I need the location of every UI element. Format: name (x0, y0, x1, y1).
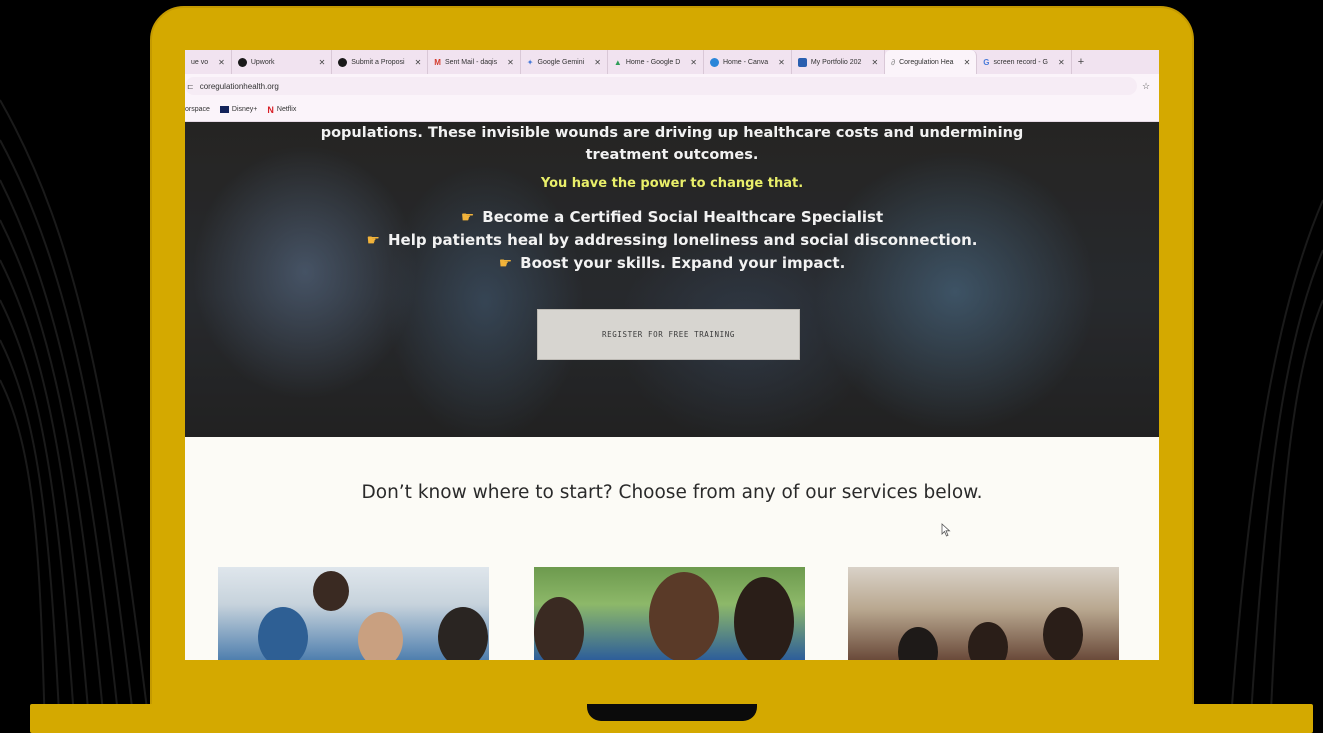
tab-label: Upwork (250, 58, 275, 66)
hero-intro-line-1: populations. These invisible wounds are … (320, 125, 1024, 141)
tab-label: ue vo (191, 58, 209, 66)
close-icon[interactable]: ✕ (415, 58, 422, 67)
person-shape (649, 572, 719, 660)
bookmark-label: Disney+ (231, 106, 258, 113)
link-icon: ∂ (891, 57, 896, 67)
person-shape (258, 607, 308, 660)
google-drive-icon: ▲ (613, 57, 622, 67)
person-shape (968, 622, 1008, 660)
netflix-icon: N (267, 104, 274, 115)
tab-label: Submit a Proposi (351, 58, 405, 66)
tab-label: Google Gemini (537, 58, 585, 66)
gemini-icon: ✦ (526, 57, 534, 67)
service-card-3-image[interactable] (848, 567, 1119, 660)
hero-intro: populations. These invisible wounds are … (185, 122, 1159, 166)
close-icon[interactable]: ✕ (1058, 58, 1065, 67)
bullet-item: ☛ Boost your skills. Expand your impact. (185, 252, 1159, 275)
tab-label: Home - Canva (723, 58, 769, 66)
bookmark-label: orspace (185, 106, 210, 113)
bookmark-disney[interactable]: Disney+ (219, 106, 258, 113)
bullet-text: Help patients heal by addressing lonelin… (387, 231, 978, 249)
address-bar: ⊏ coregulationhealth.org ☆ (185, 74, 1159, 98)
close-icon[interactable]: ✕ (964, 58, 971, 67)
pointing-hand-icon: ☛ (366, 231, 380, 249)
service-card-1-image[interactable] (218, 567, 489, 660)
tab-bar: ue vo ✕ Upwork ✕ Submit a Proposi ✕ M Se… (185, 50, 1159, 74)
disney-icon (219, 106, 229, 113)
new-tab-button[interactable]: + (1072, 56, 1090, 68)
person-shape (358, 612, 403, 660)
tab-submit-proposal[interactable]: Submit a Proposi ✕ (332, 50, 429, 74)
tab-label: Sent Mail - daqis (444, 58, 498, 66)
bullet-text: Boost your skills. Expand your impact. (520, 254, 846, 272)
pointing-hand-icon: ☛ (498, 254, 513, 272)
register-button[interactable]: REGISTER FOR FREE TRAINING (537, 309, 800, 360)
mouse-cursor-icon (941, 523, 951, 537)
person-shape (1043, 607, 1083, 660)
tab-1[interactable]: ue vo ✕ (185, 50, 232, 74)
services-heading: Don’t know where to start? Choose from a… (361, 482, 983, 503)
tab-canva[interactable]: Home - Canva ✕ (704, 50, 792, 74)
portfolio-icon (797, 57, 807, 67)
close-icon[interactable]: ✕ (778, 58, 785, 67)
browser-screen: ue vo ✕ Upwork ✕ Submit a Proposi ✕ M Se… (185, 50, 1159, 660)
tab-portfolio[interactable]: My Portfolio 202 ✕ (792, 50, 886, 74)
close-icon[interactable]: ✕ (690, 58, 697, 67)
hero-bullets: ☛ Become a Certified Social Healthcare Sp… (185, 206, 1159, 275)
tab-gmail[interactable]: M Sent Mail - daqis ✕ (428, 50, 521, 74)
bookmark-workspace[interactable]: orspace (185, 106, 210, 113)
hero-image-overlay (185, 122, 1159, 437)
tab-gemini[interactable]: ✦ Google Gemini ✕ (521, 50, 608, 74)
tab-coregulation-health[interactable]: ∂ Coregulation Hea ✕ (885, 50, 978, 74)
hero-intro-line-2: treatment outcomes. (585, 147, 759, 163)
pointing-hand-icon: ☛ (460, 208, 475, 226)
tab-label: My Portfolio 202 (810, 58, 862, 66)
power-tagline: You have the power to change that. (540, 176, 804, 191)
bookmarks-bar: orspace Disney+ N Netflix (185, 98, 1159, 122)
tab-label: Home - Google D (625, 58, 681, 66)
close-icon[interactable]: ✕ (218, 58, 225, 67)
bookmark-netflix[interactable]: N Netflix (267, 105, 296, 115)
upwork-icon (237, 57, 247, 67)
person-shape (438, 607, 488, 660)
tab-label: Coregulation Hea (899, 58, 954, 66)
person-shape (734, 577, 794, 660)
bookmark-star-icon[interactable]: ☆ (1137, 81, 1155, 92)
bullet-item: ☛ Become a Certified Social Healthcare Sp… (185, 206, 1159, 229)
laptop-notch (587, 704, 757, 721)
gmail-icon: M (434, 57, 441, 67)
person-shape (898, 627, 938, 660)
site-info-icon[interactable]: ⊏ (187, 82, 194, 91)
upwork-icon (338, 57, 348, 67)
hero-section: populations. These invisible wounds are … (185, 122, 1159, 437)
tab-screen-record[interactable]: G screen record - G ✕ (977, 50, 1072, 74)
bookmark-label: Netflix (276, 106, 297, 113)
url-text: coregulationhealth.org (199, 81, 279, 91)
tab-upwork[interactable]: Upwork ✕ (232, 50, 333, 74)
close-icon[interactable]: ✕ (871, 58, 878, 67)
person-shape (534, 597, 584, 660)
service-card-2-image[interactable] (534, 567, 805, 660)
tab-google-drive[interactable]: ▲ Home - Google D ✕ (608, 50, 704, 74)
bullet-text: Become a Certified Social Healthcare Spe… (482, 208, 884, 226)
close-icon[interactable]: ✕ (594, 58, 601, 67)
close-icon[interactable]: ✕ (319, 58, 326, 67)
person-shape (313, 571, 349, 611)
close-icon[interactable]: ✕ (507, 58, 514, 67)
canva-icon (710, 57, 719, 67)
url-field[interactable]: ⊏ coregulationhealth.org (185, 77, 1137, 95)
bullet-item: ☛ Help patients heal by addressing loneli… (185, 229, 1159, 252)
google-icon: G (983, 57, 990, 67)
tab-label: screen record - G (993, 58, 1048, 66)
